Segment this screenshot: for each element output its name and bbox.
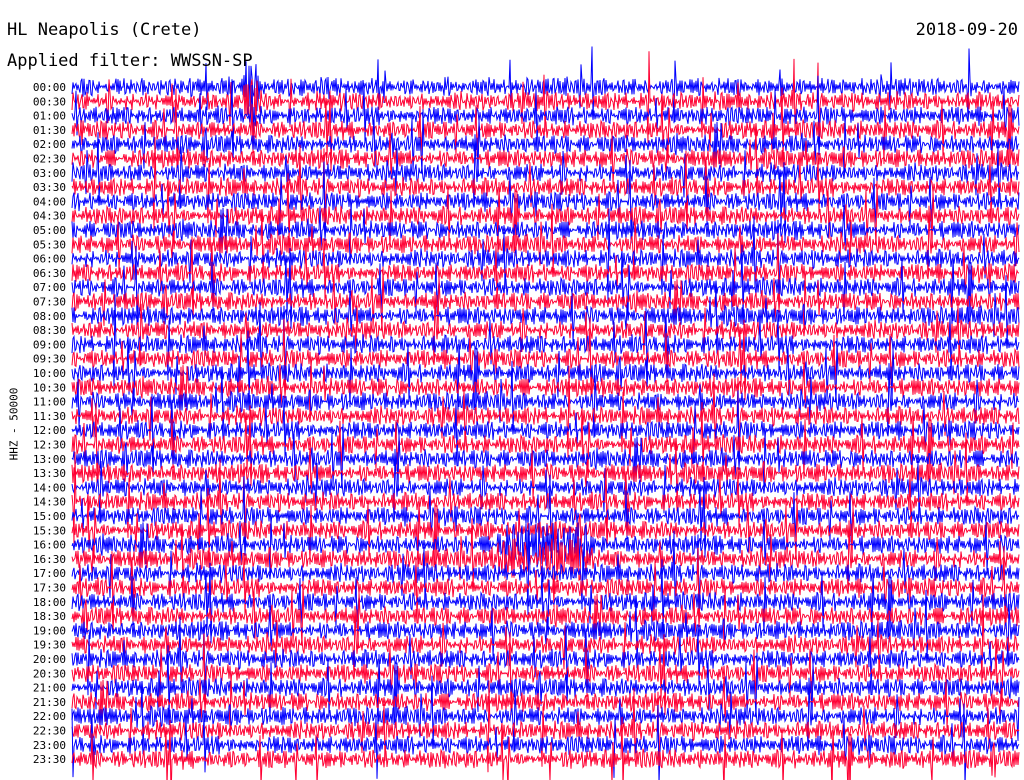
time-label: 09:00 <box>33 338 66 351</box>
time-label: 17:00 <box>33 567 66 580</box>
time-label: 12:00 <box>33 424 66 437</box>
time-label: 20:00 <box>33 653 66 666</box>
time-label: 00:00 <box>33 81 66 94</box>
time-label: 03:00 <box>33 167 66 180</box>
time-label: 06:00 <box>33 253 66 266</box>
time-label: 01:30 <box>33 124 66 137</box>
time-label: 07:30 <box>33 296 66 309</box>
time-label: 22:00 <box>33 710 66 723</box>
time-label: 22:30 <box>33 725 66 738</box>
time-label: 16:30 <box>33 553 66 566</box>
time-label: 09:30 <box>33 353 66 366</box>
time-label: 15:30 <box>33 524 66 537</box>
time-label: 23:00 <box>33 739 66 752</box>
time-label: 10:30 <box>33 381 66 394</box>
time-label: 21:00 <box>33 682 66 695</box>
y-axis-label: HHZ - 50000 <box>7 387 21 461</box>
time-label: 14:30 <box>33 496 66 509</box>
time-label: 11:00 <box>33 396 66 409</box>
time-label: 06:30 <box>33 267 66 280</box>
time-label: 03:30 <box>33 181 66 194</box>
time-label: 18:00 <box>33 596 66 609</box>
time-label: 04:00 <box>33 195 66 208</box>
time-label: 05:00 <box>33 224 66 237</box>
time-label: 01:00 <box>33 110 66 123</box>
time-label: 17:30 <box>33 582 66 595</box>
time-label: 13:00 <box>33 453 66 466</box>
time-label: 19:00 <box>33 624 66 637</box>
seismogram-chart: 00:0000:30 01:0001:3002:00 02:3003:0003:30… <box>28 46 1020 780</box>
time-label: 07:00 <box>33 281 66 294</box>
time-label: 18:30 <box>33 610 66 623</box>
time-label: 15:00 <box>33 510 66 523</box>
time-label: 14:00 <box>33 481 66 494</box>
time-label: 04:30 <box>33 210 66 223</box>
time-label: 21:30 <box>33 696 66 709</box>
time-label: 12:30 <box>33 439 66 452</box>
time-label: 05:30 <box>33 238 66 251</box>
time-label: 11:30 <box>33 410 66 423</box>
time-label: 08:30 <box>33 324 66 337</box>
time-label: 19:30 <box>33 639 66 652</box>
time-label: 20:30 <box>33 667 66 680</box>
filter-label: Applied filter: WWSSN-SP <box>7 51 253 71</box>
time-label: 02:30 <box>33 153 66 166</box>
time-label: 10:00 <box>33 367 66 380</box>
trace-row-0700 <box>71 244 1020 330</box>
time-label: 23:30 <box>33 753 66 766</box>
time-label: 00:30 <box>33 95 66 108</box>
time-label: 16:00 <box>33 539 66 552</box>
time-label: 13:30 <box>33 467 66 480</box>
time-label: 02:00 <box>33 138 66 151</box>
time-label: 08:00 <box>33 310 66 323</box>
